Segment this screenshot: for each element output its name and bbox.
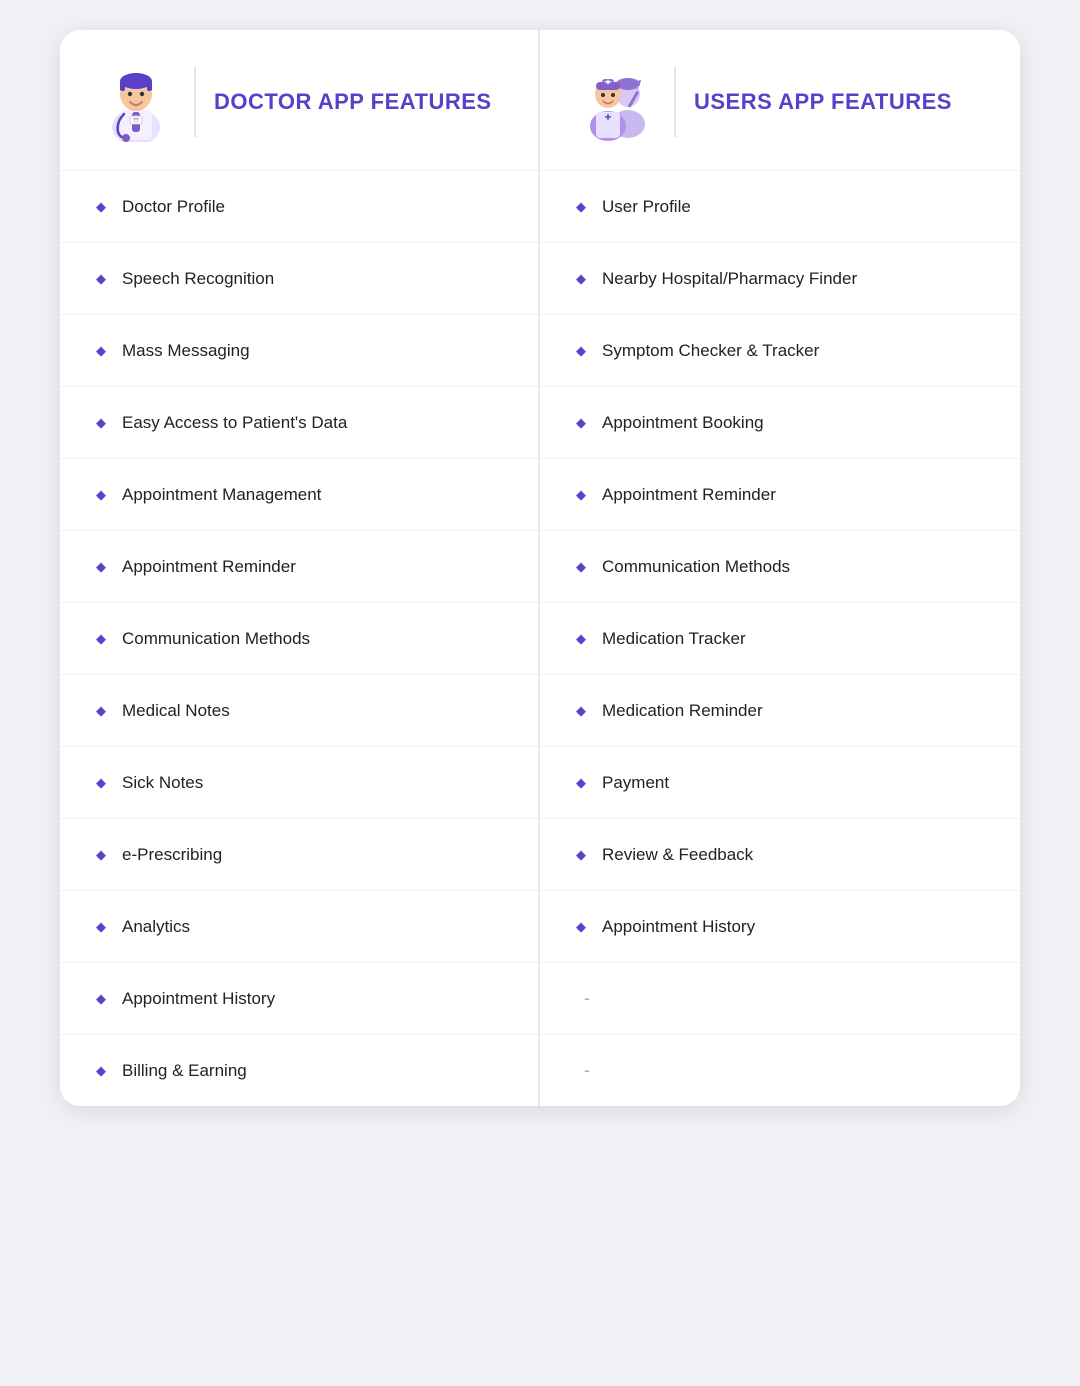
doctor-column-title: DOCTOR APP FEATURES xyxy=(214,89,492,115)
diamond-icon: ◆ xyxy=(96,487,106,503)
dash-indicator: - xyxy=(576,1060,590,1081)
doctor-features-list: ◆ Doctor Profile ◆ Speech Recognition ◆ Mass … xyxy=(60,170,538,1106)
feature-label: Appointment History xyxy=(122,989,275,1009)
feature-label: Analytics xyxy=(122,917,190,937)
feature-label: Speech Recognition xyxy=(122,269,274,289)
diamond-icon: ◆ xyxy=(96,271,106,287)
columns-container: DOCTOR APP FEATURES ◆ Doctor Profile ◆ Spee… xyxy=(60,30,1020,1106)
list-item: ◆ e-Prescribing xyxy=(60,818,538,890)
diamond-icon: ◆ xyxy=(96,919,106,935)
feature-label: Appointment History xyxy=(602,917,755,937)
feature-label: Doctor Profile xyxy=(122,197,225,217)
feature-label: Billing & Earning xyxy=(122,1061,247,1081)
feature-label: Appointment Reminder xyxy=(122,557,296,577)
list-item: ◆ Sick Notes xyxy=(60,746,538,818)
list-item: ◆ Communication Methods xyxy=(60,602,538,674)
users-column-title: USERS APP FEATURES xyxy=(694,89,952,115)
list-item: ◆ Appointment History xyxy=(60,962,538,1034)
feature-label: Appointment Management xyxy=(122,485,321,505)
feature-label: Appointment Reminder xyxy=(602,485,776,505)
list-item: ◆ Billing & Earning xyxy=(60,1034,538,1106)
diamond-icon: ◆ xyxy=(96,631,106,647)
list-item: - xyxy=(540,1034,1020,1106)
feature-label: User Profile xyxy=(602,197,691,217)
diamond-icon: ◆ xyxy=(576,775,586,791)
diamond-icon: ◆ xyxy=(96,775,106,791)
diamond-icon: ◆ xyxy=(96,343,106,359)
list-item: ◆ Appointment Reminder xyxy=(60,530,538,602)
list-item: - xyxy=(540,962,1020,1034)
list-item: ◆ Analytics xyxy=(60,890,538,962)
diamond-icon: ◆ xyxy=(576,487,586,503)
doctor-header: DOCTOR APP FEATURES xyxy=(60,30,538,170)
diamond-icon: ◆ xyxy=(576,343,586,359)
feature-label: Symptom Checker & Tracker xyxy=(602,341,819,361)
feature-label: Communication Methods xyxy=(602,557,790,577)
list-item: ◆ User Profile xyxy=(540,170,1020,242)
diamond-icon: ◆ xyxy=(96,559,106,575)
diamond-icon: ◆ xyxy=(96,199,106,215)
list-item: ◆ Appointment History xyxy=(540,890,1020,962)
diamond-icon: ◆ xyxy=(576,919,586,935)
feature-label: Medical Notes xyxy=(122,701,230,721)
list-item: ◆ Mass Messaging xyxy=(60,314,538,386)
diamond-icon: ◆ xyxy=(576,703,586,719)
doctor-avatar-icon xyxy=(96,62,176,142)
diamond-icon: ◆ xyxy=(96,991,106,1007)
users-features-list: ◆ User Profile ◆ Nearby Hospital/Pharmacy F… xyxy=(540,170,1020,1106)
list-item: ◆ Medication Reminder xyxy=(540,674,1020,746)
dash-indicator: - xyxy=(576,988,590,1009)
users-header-divider xyxy=(674,67,676,137)
diamond-icon: ◆ xyxy=(576,631,586,647)
feature-label: Medication Reminder xyxy=(602,701,763,721)
diamond-icon: ◆ xyxy=(576,271,586,287)
main-card: DOCTOR APP FEATURES ◆ Doctor Profile ◆ Spee… xyxy=(60,30,1020,1106)
list-item: ◆ Doctor Profile xyxy=(60,170,538,242)
doctor-column: DOCTOR APP FEATURES ◆ Doctor Profile ◆ Spee… xyxy=(60,30,540,1106)
list-item: ◆ Medication Tracker xyxy=(540,602,1020,674)
feature-label: Easy Access to Patient's Data xyxy=(122,413,347,433)
feature-label: Mass Messaging xyxy=(122,341,250,361)
diamond-icon: ◆ xyxy=(576,415,586,431)
diamond-icon: ◆ xyxy=(96,847,106,863)
users-header: USERS APP FEATURES xyxy=(540,30,1020,170)
list-item: ◆ Payment xyxy=(540,746,1020,818)
list-item: ◆ Easy Access to Patient's Data xyxy=(60,386,538,458)
feature-label: Sick Notes xyxy=(122,773,203,793)
list-item: ◆ Symptom Checker & Tracker xyxy=(540,314,1020,386)
list-item: ◆ Review & Feedback xyxy=(540,818,1020,890)
diamond-icon: ◆ xyxy=(576,847,586,863)
diamond-icon: ◆ xyxy=(96,703,106,719)
list-item: ◆ Medical Notes xyxy=(60,674,538,746)
list-item: ◆ Appointment Reminder xyxy=(540,458,1020,530)
feature-label: Appointment Booking xyxy=(602,413,764,433)
feature-label: Communication Methods xyxy=(122,629,310,649)
diamond-icon: ◆ xyxy=(96,1063,106,1079)
list-item: ◆ Nearby Hospital/Pharmacy Finder xyxy=(540,242,1020,314)
user-avatar-icon xyxy=(576,62,656,142)
users-column: USERS APP FEATURES ◆ User Profile ◆ Nearby … xyxy=(540,30,1020,1106)
diamond-icon: ◆ xyxy=(576,199,586,215)
feature-label: Nearby Hospital/Pharmacy Finder xyxy=(602,269,857,289)
diamond-icon: ◆ xyxy=(576,559,586,575)
list-item: ◆ Appointment Booking xyxy=(540,386,1020,458)
list-item: ◆ Appointment Management xyxy=(60,458,538,530)
diamond-icon: ◆ xyxy=(96,415,106,431)
list-item: ◆ Speech Recognition xyxy=(60,242,538,314)
feature-label: Payment xyxy=(602,773,669,793)
feature-label: e-Prescribing xyxy=(122,845,222,865)
doctor-header-divider xyxy=(194,67,196,137)
feature-label: Medication Tracker xyxy=(602,629,746,649)
list-item: ◆ Communication Methods xyxy=(540,530,1020,602)
feature-label: Review & Feedback xyxy=(602,845,753,865)
